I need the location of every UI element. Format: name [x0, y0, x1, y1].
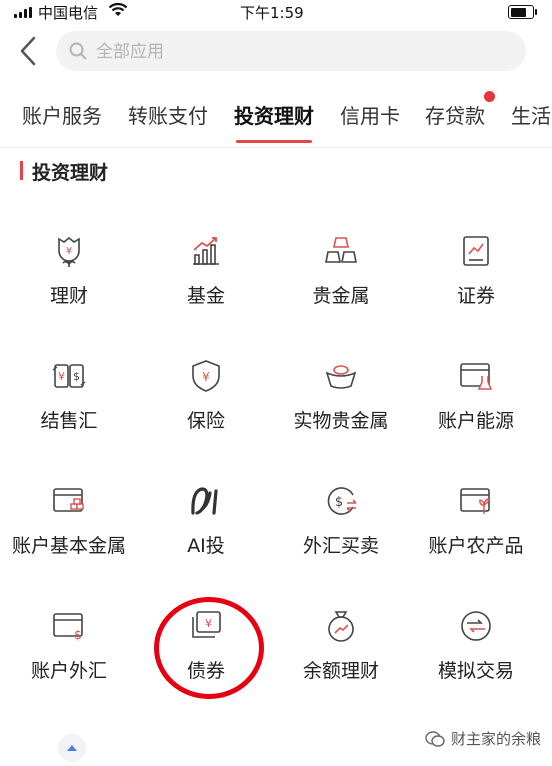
menu-item-label: 账户农产品 [428, 535, 524, 557]
stock-document-icon [458, 233, 494, 269]
back-button[interactable] [14, 34, 44, 68]
menu-item-label: 账户能源 [437, 410, 514, 432]
gold-bars-icon [323, 233, 359, 269]
tab-investment[interactable]: 投资理财 [234, 100, 314, 129]
svg-text:¥: ¥ [202, 370, 210, 384]
highlight-circle [154, 597, 264, 699]
menu-item-account-agri[interactable]: 账户农产品 [407, 483, 545, 583]
tab-account-service[interactable]: 账户服务 [22, 100, 102, 129]
active-tab-indicator [236, 140, 312, 143]
svg-text:¥: ¥ [66, 246, 72, 257]
arrow-up-icon [67, 745, 77, 751]
menu-item-wealth[interactable]: ¥ 理财 [0, 233, 138, 333]
menu-item-label: 外汇买卖 [302, 535, 379, 557]
menu-item-ai-invest[interactable]: AI投 [137, 483, 275, 583]
menu-item-balance-wealth[interactable]: 余额理财 [272, 608, 410, 708]
carrier-name: 中国电信 [38, 4, 99, 22]
gold-ingot-icon [323, 358, 359, 394]
scroll-top-button[interactable] [58, 734, 86, 762]
simulated-trade-icon [458, 608, 494, 644]
menu-item-account-forex[interactable]: $ 账户外汇 [0, 608, 138, 708]
forex-card-icon: $ [51, 608, 87, 644]
search-bar[interactable] [56, 31, 526, 73]
ai-logo-icon [188, 483, 224, 519]
menu-item-label: 证券 [456, 285, 495, 307]
menu-item-fx-settlement[interactable]: ¥ $ 结售汇 [0, 358, 138, 458]
menu-item-securities[interactable]: 证券 [407, 233, 545, 333]
metal-card-icon [51, 483, 87, 519]
svg-text:$: $ [74, 628, 82, 642]
forex-trade-icon: $ [323, 483, 359, 519]
watermark: 财主家的余粮 [425, 728, 541, 749]
menu-item-label: 贵金属 [312, 285, 370, 307]
wechat-icon [425, 730, 445, 747]
section-title: 投资理财 [32, 162, 109, 184]
menu-item-label: 模拟交易 [437, 660, 514, 682]
menu-item-label: 账户外汇 [30, 660, 107, 682]
status-bar: 中国电信 下午1:59 [0, 0, 552, 26]
menu-item-label: 基金 [186, 285, 225, 307]
menu-item-precious-metal[interactable]: 贵金属 [272, 233, 410, 333]
menu-item-label: 账户基本金属 [11, 535, 126, 557]
menu-item-label: 实物贵金属 [293, 410, 389, 432]
wifi-icon [108, 2, 128, 22]
chevron-left-icon [20, 36, 36, 66]
menu-item-physical-metal[interactable]: 实物贵金属 [272, 358, 410, 458]
rose-money-icon: ¥ [51, 233, 87, 269]
svg-text:$: $ [335, 495, 343, 510]
svg-text:$: $ [73, 370, 80, 383]
energy-card-icon [458, 358, 494, 394]
category-tabs: 账户服务 转账支付 投资理财 信用卡 存贷款 生活 [0, 88, 552, 146]
menu-item-insurance[interactable]: ¥ 保险 [137, 358, 275, 458]
money-bag-icon [323, 608, 359, 644]
tab-deposits-loans[interactable]: 存贷款 [425, 100, 485, 129]
menu-item-forex-trade[interactable]: $ 外汇买卖 [272, 483, 410, 583]
search-input[interactable] [94, 31, 498, 73]
currency-exchange-icon: ¥ $ [51, 358, 87, 394]
menu-item-label: 保险 [186, 410, 225, 432]
status-time: 下午1:59 [240, 4, 304, 22]
menu-item-fund[interactable]: 基金 [137, 233, 275, 333]
menu-item-simulated-trade[interactable]: 模拟交易 [407, 608, 545, 708]
divider [0, 147, 552, 148]
watermark-text: 财主家的余粮 [451, 730, 542, 748]
tab-transfer-payment[interactable]: 转账支付 [128, 100, 208, 129]
menu-item-label: 余额理财 [302, 660, 379, 682]
menu-item-account-energy[interactable]: 账户能源 [407, 358, 545, 458]
menu-item-label: 结售汇 [40, 410, 98, 432]
tab-credit-card[interactable]: 信用卡 [340, 100, 400, 129]
menu-item-account-base-metal[interactable]: 账户基本金属 [0, 483, 138, 583]
section-marker [20, 161, 23, 180]
agri-card-icon [458, 483, 494, 519]
tab-life[interactable]: 生活 [511, 100, 551, 129]
svg-text:¥: ¥ [58, 370, 65, 383]
notification-badge [484, 91, 495, 102]
shield-yen-icon: ¥ [188, 358, 224, 394]
signal-icon [14, 7, 32, 18]
battery-icon [508, 5, 537, 19]
menu-item-label: AI投 [187, 535, 225, 557]
menu-item-label: 理财 [49, 285, 88, 307]
fund-chart-icon [188, 233, 224, 269]
search-icon [68, 41, 88, 65]
